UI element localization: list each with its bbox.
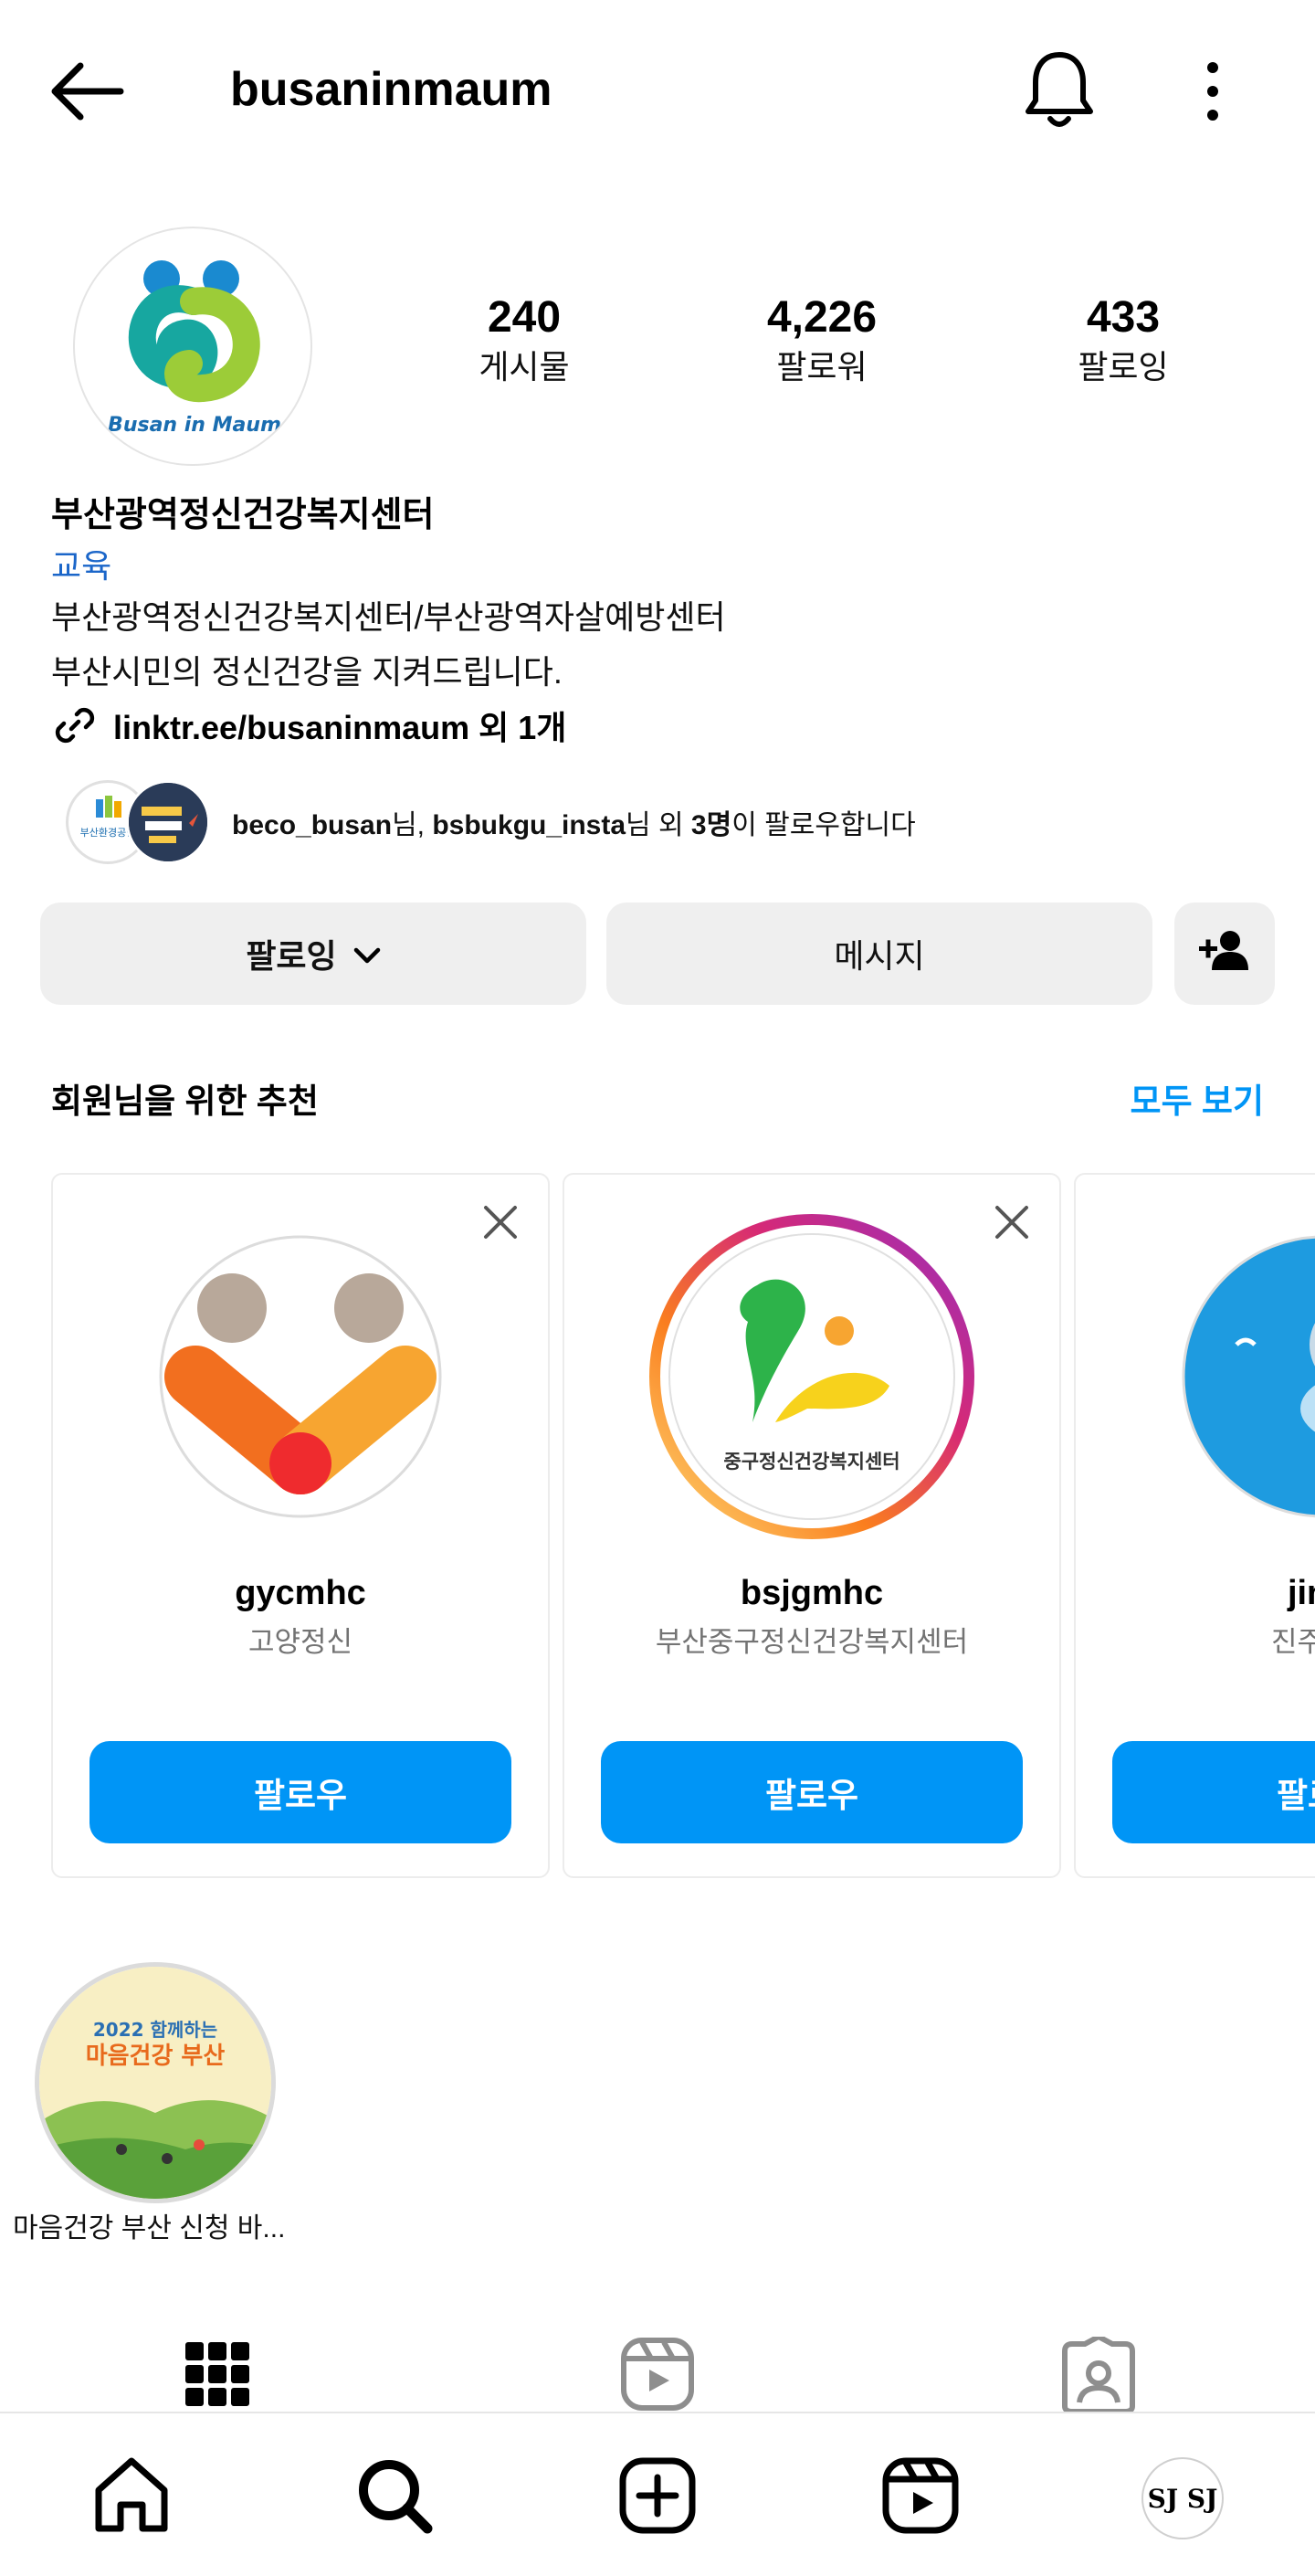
see-all-link[interactable]: 모두 보기	[1131, 1076, 1264, 1127]
bio-link[interactable]: linktr.ee/busaninmaum 외 1개	[51, 700, 566, 751]
suggestion-logo-text: 중구정신건강복지센터	[723, 1451, 899, 1473]
followed-by-row[interactable]: 부산환경공단 beco_busan님, bsbukgu_insta님 외 3명이…	[66, 778, 916, 866]
profile-avatar-tab[interactable]: SJ SJ	[1141, 2457, 1224, 2539]
back-arrow-icon[interactable]	[46, 57, 128, 126]
following-stat[interactable]: 433 팔로잉	[1023, 290, 1224, 389]
posts-stat[interactable]: 240 게시물	[424, 290, 625, 389]
create-icon[interactable]	[612, 2450, 703, 2541]
profile-avatar[interactable]: Busan in Maum	[73, 227, 312, 466]
bio-line-2: 부산시민의 정신건강을 지켜드립니다.	[51, 653, 563, 691]
display-name: 부산광역정신건강복지센터	[51, 496, 435, 534]
chevron-down-icon	[353, 934, 381, 973]
bell-icon[interactable]	[1021, 48, 1098, 130]
mutual-user-2: bsbukgu_insta	[432, 810, 626, 840]
suggestion-card[interactable]: jinju 진주관광 팔로우	[1074, 1173, 1315, 1878]
followed-sep-1: 님,	[392, 810, 433, 840]
posts-count: 240	[487, 293, 562, 342]
followers-label: 팔로워	[776, 348, 868, 385]
avatar-logo-text: Busan in Maum	[108, 414, 281, 437]
reels-tab[interactable]	[616, 2337, 699, 2412]
highlight-cover-line1: 2022 함께하는	[93, 2019, 217, 2041]
mutual-avatar-2	[126, 780, 210, 864]
search-icon[interactable]	[349, 2450, 440, 2541]
following-button[interactable]: 팔로잉	[40, 903, 586, 1005]
posts-label: 게시물	[479, 348, 570, 385]
more-vertical-icon[interactable]	[1187, 57, 1238, 126]
link-text: linktr.ee/busaninmaum 외 1개	[113, 709, 567, 746]
link-icon	[51, 702, 99, 749]
close-icon[interactable]	[992, 1202, 1032, 1242]
followed-by-text: beco_busan님, bsbukgu_insta님 외 3명이 팔로우합니다	[232, 802, 916, 842]
suggest-people-button[interactable]	[1174, 903, 1275, 1005]
mutual-avatars: 부산환경공단	[66, 778, 212, 866]
suggestion-card[interactable]: gycmhc 고양정신 팔로우	[51, 1173, 550, 1878]
follow-button[interactable]: 팔로우	[1112, 1741, 1315, 1843]
followers-count: 4,226	[766, 293, 878, 342]
profile-username: busaninmaum	[230, 63, 552, 116]
message-button[interactable]: 메시지	[606, 903, 1152, 1005]
suggestion-subtitle: 부산중구정신건강복지센터	[655, 1626, 969, 1658]
posts-grid-tab[interactable]	[176, 2337, 258, 2412]
suggestion-avatar[interactable]: 중구정신건강복지센터	[649, 1214, 974, 1539]
home-icon[interactable]	[86, 2450, 177, 2541]
suggestions-carousel[interactable]: gycmhc 고양정신 팔로우 중구정신건강복지센터 bsjgmhc 부산중구정…	[51, 1173, 1315, 1880]
following-label: 팔로잉	[1078, 348, 1169, 385]
followed-sep-2: 님 외	[626, 810, 691, 840]
message-button-label: 메시지	[834, 937, 925, 975]
close-icon[interactable]	[480, 1202, 521, 1242]
bottom-navigation: SJ SJ	[0, 2412, 1315, 2576]
suggestion-username[interactable]: jinju	[1076, 1569, 1315, 1617]
follow-button[interactable]: 팔로우	[89, 1741, 511, 1843]
suggestion-card[interactable]: 중구정신건강복지센터 bsjgmhc 부산중구정신건강복지센터 팔로우	[563, 1173, 1061, 1878]
highlight-label: 마음건강 부산 신청 바...	[13, 2213, 286, 2243]
following-count: 433	[1086, 293, 1161, 342]
suggestion-subtitle: 진주관광	[1270, 1626, 1315, 1658]
mutual-user-1: beco_busan	[232, 810, 393, 840]
story-highlight[interactable]: 2022 함께하는 마음건강 부산	[35, 1962, 276, 2203]
followed-suffix: 이 팔로우합니다	[731, 810, 916, 840]
suggestion-username[interactable]: gycmhc	[53, 1569, 548, 1617]
mutual-others-count: 3명	[690, 810, 732, 840]
suggestion-avatar[interactable]	[159, 1235, 442, 1518]
top-bar: busaninmaum	[0, 0, 1315, 183]
suggestion-username[interactable]: bsjgmhc	[564, 1569, 1059, 1617]
bio-line-1: 부산광역정신건강복지센터/부산광역자살예방센터	[51, 598, 726, 636]
tagged-tab[interactable]	[1057, 2333, 1140, 2414]
followers-stat[interactable]: 4,226 팔로워	[721, 290, 922, 389]
profile-tabs	[0, 2326, 1315, 2414]
suggestion-subtitle: 고양정신	[247, 1626, 353, 1658]
highlight-cover-line2: 마음건강 부산	[86, 2043, 226, 2070]
category-label: 교육	[51, 547, 112, 585]
follow-button[interactable]: 팔로우	[601, 1741, 1023, 1843]
following-button-label: 팔로잉	[246, 937, 337, 975]
reels-icon[interactable]	[875, 2450, 966, 2541]
add-person-icon	[1197, 928, 1252, 980]
suggestion-avatar[interactable]	[1182, 1235, 1315, 1518]
suggestions-title: 회원님을 위한 추천	[51, 1082, 319, 1120]
